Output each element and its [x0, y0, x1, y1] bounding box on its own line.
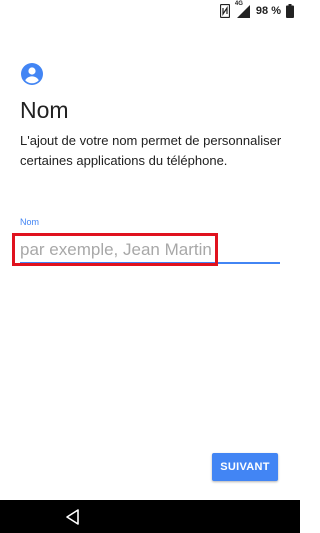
battery-percent: 98 %	[255, 5, 281, 17]
next-button[interactable]: SUIVANT	[212, 453, 278, 481]
back-icon[interactable]	[64, 508, 82, 526]
signal-icon	[236, 5, 250, 18]
status-icons: 4G 98 %	[219, 1, 294, 19]
status-bar: 4G 98 %	[0, 0, 300, 22]
name-field-label: Nom	[20, 217, 40, 227]
nfc-icon	[219, 4, 230, 18]
account-circle-icon	[21, 63, 43, 85]
name-input[interactable]	[20, 237, 280, 264]
page-description: L'ajout de votre nom permet de personnal…	[20, 133, 282, 168]
page-title: Nom	[20, 97, 69, 123]
signal-indicator: 4G	[235, 1, 251, 18]
battery-icon	[286, 4, 294, 18]
navigation-bar	[0, 500, 300, 533]
